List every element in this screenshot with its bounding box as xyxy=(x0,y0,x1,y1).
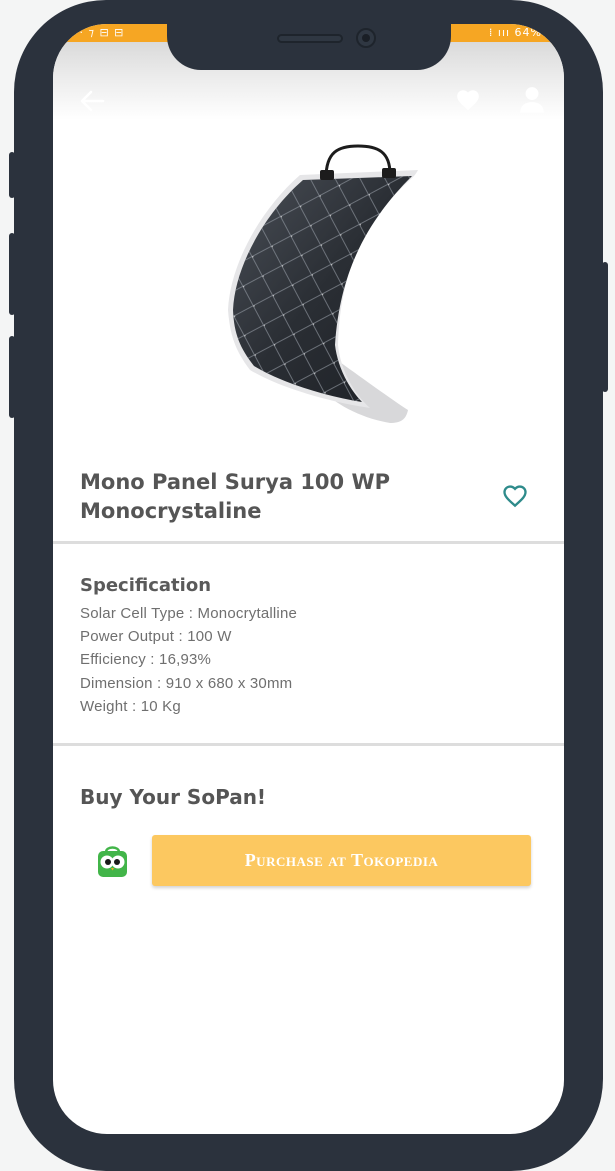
status-right-icons: ⁞ ııı 64% xyxy=(488,26,542,39)
divider-2 xyxy=(53,743,564,746)
heart-outline-icon[interactable] xyxy=(500,482,530,510)
purchase-button-label: Purchase at Tokopedia xyxy=(244,850,439,870)
spec-weight: Weight : 10 Kg xyxy=(80,697,181,715)
heart-filled-icon[interactable] xyxy=(455,87,481,113)
specification-heading: Specification xyxy=(80,575,212,596)
arrow-left-icon[interactable] xyxy=(79,90,105,112)
spec-cell-type: Solar Cell Type : Monocrytalline xyxy=(80,605,298,622)
spec-efficiency: Efficiency : 16,93% xyxy=(80,651,212,669)
product-title-block: Mono Panel Surya 100 WP Monocrystaline xyxy=(80,468,480,526)
status-left-icons: ·· ⁊ ⊟ ⊟ xyxy=(75,26,125,39)
product-title-line-1: Mono Panel Surya 100 WP xyxy=(80,470,391,494)
app-screen: ·· ⁊ ⊟ ⊟ ⁞ ııı 64% Mono Panel Surya 100 … xyxy=(53,24,564,1134)
spec-dimension: Dimension : 910 x 680 x 30mm xyxy=(80,674,293,692)
divider-1 xyxy=(53,541,564,544)
spec-power-output: Power Output : 100 W xyxy=(80,628,232,646)
front-camera xyxy=(356,28,376,48)
purchase-button[interactable]: Purchase at Tokopedia xyxy=(152,835,531,886)
product-image xyxy=(228,144,418,423)
product-title-line-2: Monocrystaline xyxy=(80,499,262,523)
buy-heading: Buy Your SoPan! xyxy=(80,785,267,809)
tokopedia-logo[interactable] xyxy=(96,843,129,878)
user-icon[interactable] xyxy=(519,86,545,114)
earpiece-speaker xyxy=(277,34,343,43)
specification-block: Specification Solar Cell Type : Monocryt… xyxy=(80,574,500,718)
